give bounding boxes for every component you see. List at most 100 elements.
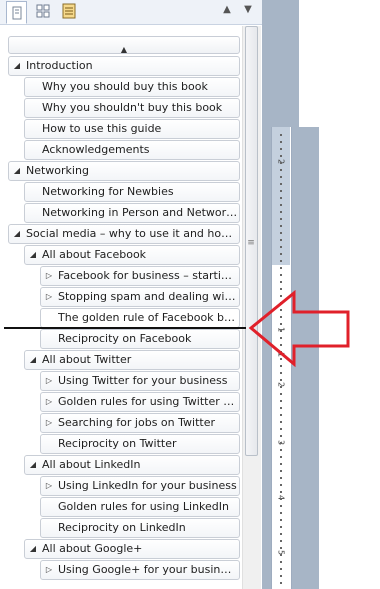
collapse-icon[interactable]: ◢	[11, 57, 23, 75]
heading-label: Why you shouldn't buy this book	[42, 101, 223, 114]
ruler-tick	[280, 379, 282, 381]
ruler-tick	[280, 211, 282, 213]
collapse-icon[interactable]: ◢	[27, 351, 39, 369]
ruler-tick	[280, 554, 282, 556]
heading-label: All about Google+	[42, 542, 143, 555]
heading-item[interactable]: Why you should buy this book	[24, 77, 240, 97]
heading-label: Reciprocity on LinkedIn	[58, 521, 186, 534]
heading-item[interactable]: ▷ Using Google+ for your business	[40, 560, 240, 580]
heading-item[interactable]: ◢ All about LinkedIn	[24, 455, 240, 475]
heading-item[interactable]: The golden rule of Facebook bus...	[40, 308, 240, 328]
expand-icon[interactable]: ▷	[43, 393, 55, 411]
ruler-tick	[280, 155, 282, 157]
heading-item[interactable]: ▷ Using LinkedIn for your business	[40, 476, 240, 496]
heading-item[interactable]: ◢ All about Twitter	[24, 350, 240, 370]
heading-label: Social media – why to use it and how it.…	[26, 227, 238, 240]
heading-item[interactable]: ▷ Facebook for business – starting...	[40, 266, 240, 286]
ruler-tick	[280, 253, 282, 255]
heading-item[interactable]: ◢ All about Facebook	[24, 245, 240, 265]
ruler-tick	[280, 176, 282, 178]
heading-label: The golden rule of Facebook bus...	[58, 311, 238, 324]
heading-item[interactable]: ◢ Social media – why to use it and how it…	[8, 224, 240, 244]
collapse-icon[interactable]: ◢	[11, 162, 23, 180]
heading-label: How to use this guide	[42, 122, 162, 135]
collapse-icon[interactable]: ◢	[27, 246, 39, 264]
expand-icon[interactable]: ▷	[43, 288, 55, 306]
heading-label: Networking	[26, 164, 89, 177]
next-heading-button[interactable]: ▼	[242, 4, 254, 16]
expand-icon[interactable]: ▷	[43, 372, 55, 390]
ruler-tick	[280, 498, 282, 500]
collapse-icon[interactable]: ◢	[11, 225, 23, 243]
expand-icon[interactable]: ▷	[43, 561, 55, 579]
ruler-tick	[280, 575, 282, 577]
ruler-tick	[280, 526, 282, 528]
heading-item[interactable]: ▷ Using Twitter for your business	[40, 371, 240, 391]
ruler-tick	[280, 232, 282, 234]
nav-toolbar: ▲ ▼	[0, 0, 262, 25]
ruler-tick	[280, 547, 282, 549]
ruler-tick	[280, 484, 282, 486]
ruler-tick	[280, 582, 282, 584]
ruler-tick	[280, 533, 282, 535]
heading-label: All about Facebook	[42, 248, 147, 261]
heading-label: Reciprocity on Twitter	[58, 437, 177, 450]
ruler-tick	[280, 239, 282, 241]
navigation-pane: ▲ ▼ ▲ ◢ Introduction Why you should buy th…	[0, 0, 262, 589]
expand-icon[interactable]: ▷	[43, 477, 55, 495]
browse-headings-tab[interactable]	[6, 1, 27, 24]
heading-item[interactable]: Acknowledgements	[24, 140, 240, 160]
heading-label: Introduction	[26, 59, 93, 72]
ruler-number: 2	[276, 381, 286, 388]
annotation-line	[4, 327, 246, 329]
heading-item[interactable]: Why you shouldn't buy this book	[24, 98, 240, 118]
browse-results-tab[interactable]	[58, 1, 79, 21]
collapse-icon[interactable]: ◢	[27, 540, 39, 558]
ruler-tick	[280, 491, 282, 493]
ruler-tick	[280, 568, 282, 570]
ruler-tick	[280, 134, 282, 136]
ruler-tick	[280, 281, 282, 283]
heading-label: Searching for jobs on Twitter	[58, 416, 215, 429]
ruler-tick	[280, 519, 282, 521]
heading-item[interactable]: ◢ All about Google+	[24, 539, 240, 559]
ruler-tick	[280, 463, 282, 465]
heading-item[interactable]: Networking for Newbies	[24, 182, 240, 202]
heading-item[interactable]: Reciprocity on Facebook	[40, 329, 240, 349]
scrollbar-grip-icon: ≡	[247, 238, 255, 248]
browse-pages-tab[interactable]	[32, 1, 53, 21]
expand-icon[interactable]: ▷	[43, 414, 55, 432]
ruler-tick	[280, 505, 282, 507]
ruler-tick	[280, 400, 282, 402]
ruler-tick	[280, 428, 282, 430]
heading-label: Acknowledgements	[42, 143, 150, 156]
heading-label: Facebook for business – starting...	[58, 269, 238, 282]
heading-item[interactable]: ◢ Introduction	[8, 56, 240, 76]
ruler-tick	[280, 260, 282, 262]
heading-label: Networking in Person and Networki...	[42, 206, 238, 219]
heading-item[interactable]: Reciprocity on Twitter	[40, 434, 240, 454]
ruler-tick	[280, 197, 282, 199]
ruler-tick	[280, 190, 282, 192]
heading-item[interactable]: Networking in Person and Networki...	[24, 203, 240, 223]
previous-heading-button[interactable]: ▲	[221, 4, 233, 16]
ruler-tick	[280, 141, 282, 143]
ruler-tick	[280, 470, 282, 472]
heading-item[interactable]: ▷ Golden rules for using Twitter ef...	[40, 392, 240, 412]
heading-item[interactable]: ◢ Networking	[8, 161, 240, 181]
ruler-tick	[280, 477, 282, 479]
ruler-number: 5	[276, 549, 286, 556]
heading-item[interactable]: ▷ Searching for jobs on Twitter	[40, 413, 240, 433]
heading-item[interactable]: How to use this guide	[24, 119, 240, 139]
heading-item[interactable]: Golden rules for using LinkedIn	[40, 497, 240, 517]
ruler-tick	[280, 183, 282, 185]
scroll-up-area[interactable]: ▲	[8, 36, 240, 54]
collapse-icon[interactable]: ◢	[27, 456, 39, 474]
ruler-tick	[280, 225, 282, 227]
heading-label: Stopping spam and dealing with...	[58, 290, 238, 303]
expand-icon[interactable]: ▷	[43, 267, 55, 285]
ruler-tick	[280, 267, 282, 269]
heading-item[interactable]: ▷ Stopping spam and dealing with...	[40, 287, 240, 307]
heading-item[interactable]: Reciprocity on LinkedIn	[40, 518, 240, 538]
heading-label: Why you should buy this book	[42, 80, 208, 93]
